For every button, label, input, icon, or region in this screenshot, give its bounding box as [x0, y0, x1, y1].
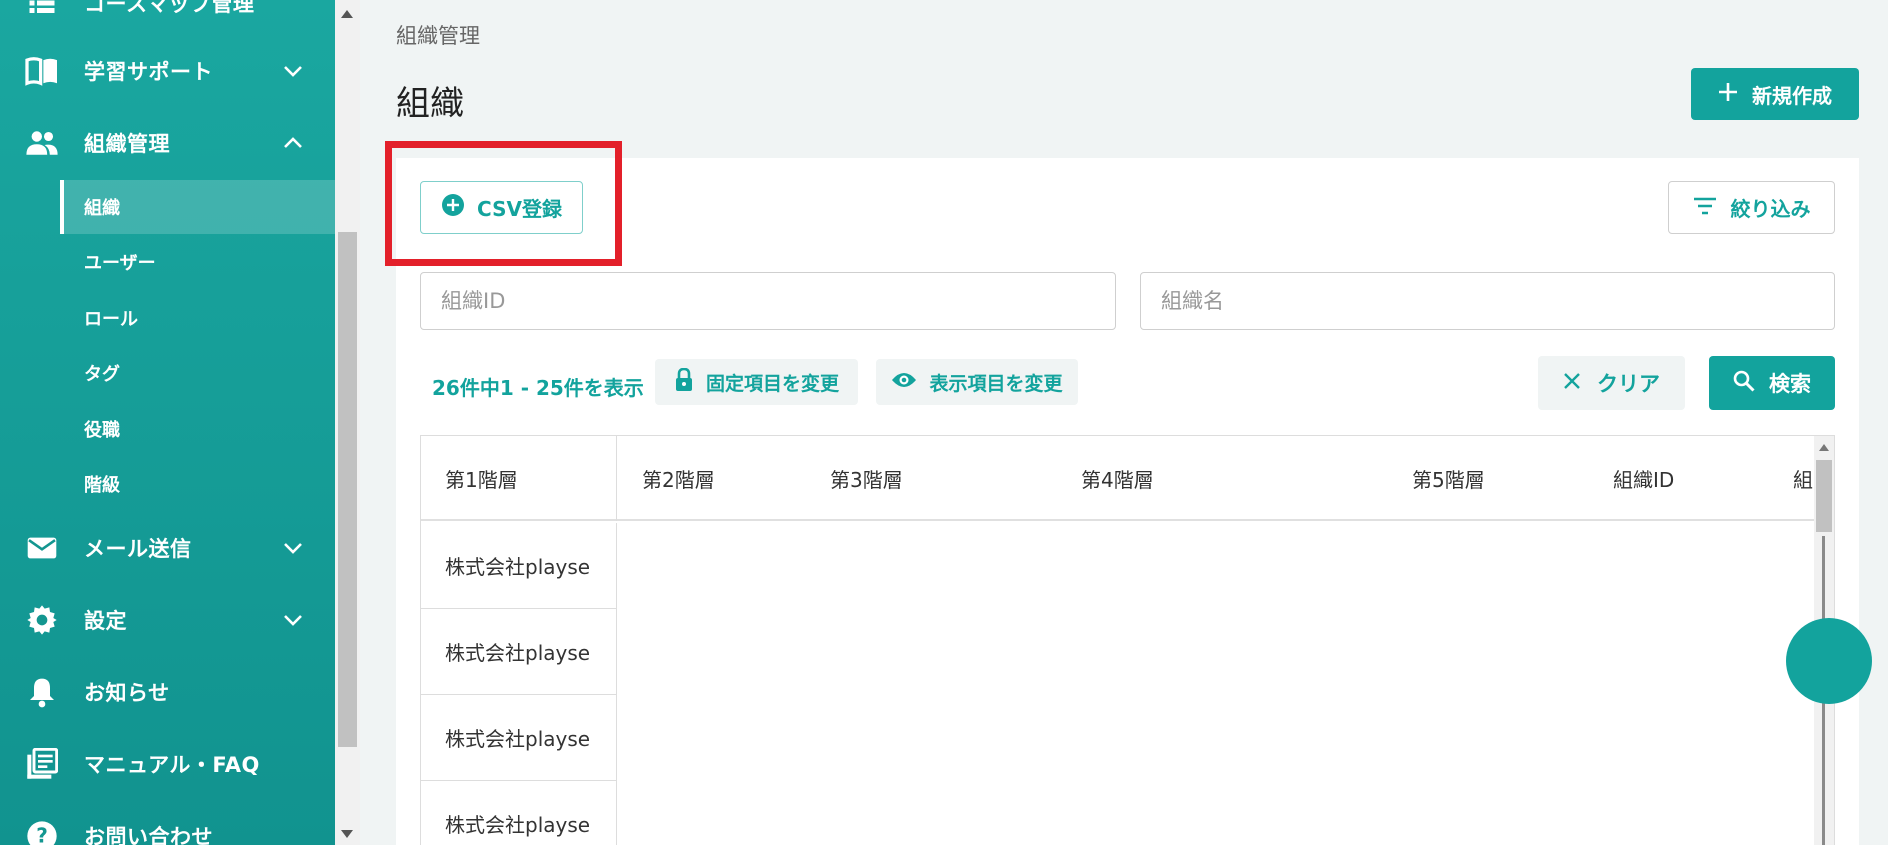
breadcrumb[interactable]: 組織管理	[396, 20, 480, 50]
sidebar-subitem-label: 組織	[84, 198, 120, 219]
change-fixed-columns-label: 固定項目を変更	[705, 372, 839, 395]
new-create-label: 新規作成	[1752, 83, 1832, 108]
sidebar-subitem-label: ロール	[84, 309, 138, 330]
search-label: 検索	[1769, 372, 1811, 396]
scroll-down-arrow[interactable]	[341, 830, 353, 838]
org-name-input[interactable]	[1140, 272, 1835, 330]
sidebar-item-settings[interactable]: 設定	[0, 587, 335, 653]
org-table: 第1階層 第2階層 第3階層 第4階層 第5階層 組織ID 組 株式会社play…	[420, 435, 1835, 845]
filter-label: 絞り込み	[1730, 197, 1811, 221]
sidebar-item-contact[interactable]: ? お問い合わせ	[0, 803, 335, 845]
filter-button[interactable]: 絞り込み	[1668, 181, 1835, 234]
sidebar-subitem-organization[interactable]: 組織	[60, 180, 335, 234]
page-title: 組織	[396, 84, 464, 124]
result-count: 26件中1 - 25件を表示	[432, 376, 644, 400]
sidebar-subitem-label: タグ	[84, 364, 120, 385]
sidebar-subitem-label: 階級	[84, 475, 120, 496]
table-row[interactable]: 株式会社playse	[421, 523, 617, 609]
help-icon: ?	[24, 818, 60, 845]
gear-icon	[24, 602, 60, 638]
mail-icon	[24, 530, 60, 566]
eye-icon	[891, 371, 917, 394]
sidebar: コースマップ管理 学習サポート 組織管理 組織 ユーザー ロール タグ 役職 階…	[0, 0, 335, 845]
scroll-up-arrow[interactable]	[341, 10, 353, 18]
sidebar-item-mail[interactable]: メール送信	[0, 515, 335, 581]
sidebar-subitem-label: 役職	[84, 420, 120, 441]
sidebar-item-label: 設定	[84, 609, 127, 633]
column-header-level1[interactable]: 第1階層	[421, 436, 617, 521]
sidebar-subitem-users[interactable]: ユーザー	[60, 235, 335, 289]
close-icon	[1563, 371, 1581, 395]
list-icon	[24, 0, 60, 21]
column-header-level3[interactable]: 第3階層	[830, 436, 903, 521]
sidebar-item-label: マニュアル・FAQ	[84, 753, 260, 777]
svg-text:?: ?	[36, 824, 48, 845]
search-button[interactable]: 検索	[1709, 356, 1835, 410]
table-row[interactable]: 株式会社playse	[421, 781, 617, 845]
org-id-input[interactable]	[420, 272, 1116, 330]
sidebar-item-label: 組織管理	[84, 132, 170, 156]
column-header-truncated[interactable]: 組	[1793, 436, 1813, 521]
floating-action-button[interactable]	[1786, 618, 1872, 704]
column-header-org-id[interactable]: 組織ID	[1613, 436, 1674, 521]
people-icon	[24, 125, 60, 161]
clear-label: クリア	[1597, 372, 1660, 396]
sidebar-item-label: コースマップ管理	[84, 0, 255, 16]
column-header-level2[interactable]: 第2階層	[642, 436, 715, 521]
scrollbar-thumb[interactable]	[338, 232, 357, 747]
manual-icon	[24, 746, 60, 782]
sidebar-item-label: お知らせ	[84, 681, 170, 705]
sidebar-item-manual-faq[interactable]: マニュアル・FAQ	[0, 731, 335, 797]
bell-icon	[24, 674, 60, 710]
change-display-columns-label: 表示項目を変更	[929, 372, 1063, 395]
filter-icon	[1693, 196, 1717, 220]
change-display-columns-button[interactable]: 表示項目を変更	[876, 359, 1078, 405]
sidebar-item-label: お問い合わせ	[84, 825, 213, 845]
sidebar-item-notifications[interactable]: お知らせ	[0, 659, 335, 725]
column-header-level5[interactable]: 第5階層	[1412, 436, 1485, 521]
sidebar-item-learning-support[interactable]: 学習サポート	[0, 38, 335, 104]
book-icon	[24, 53, 60, 89]
chevron-down-icon[interactable]	[282, 609, 304, 631]
sidebar-subitem-positions[interactable]: 役職	[60, 402, 335, 456]
chevron-down-icon[interactable]	[282, 537, 304, 559]
plus-icon	[1718, 82, 1738, 107]
table-row[interactable]: 株式会社playse	[421, 609, 617, 695]
sidebar-scrollbar[interactable]	[335, 0, 360, 845]
sidebar-item-org-management[interactable]: 組織管理	[0, 110, 335, 176]
sidebar-item-label: メール送信	[84, 537, 192, 561]
sidebar-subitem-roles[interactable]: ロール	[60, 291, 335, 345]
column-header-level4[interactable]: 第4階層	[1081, 436, 1154, 521]
chevron-down-icon[interactable]	[282, 60, 304, 82]
table-scroll-up-arrow[interactable]	[1819, 444, 1829, 451]
new-create-button[interactable]: 新規作成	[1691, 68, 1859, 120]
sidebar-subitem-ranks[interactable]: 階級	[60, 457, 335, 511]
sidebar-item-course-map[interactable]: コースマップ管理	[0, 0, 335, 36]
highlight-annotation	[385, 141, 622, 266]
lock-icon	[674, 367, 694, 397]
table-header: 第1階層 第2階層 第3階層 第4階層 第5階層 組織ID 組	[421, 436, 1816, 521]
search-icon	[1733, 370, 1755, 397]
table-row[interactable]: 株式会社playse	[421, 695, 617, 781]
sidebar-subitem-label: ユーザー	[84, 253, 156, 274]
clear-button[interactable]: クリア	[1538, 356, 1685, 410]
change-fixed-columns-button[interactable]: 固定項目を変更	[655, 359, 858, 405]
sidebar-subitem-tags[interactable]: タグ	[60, 346, 335, 400]
sidebar-item-label: 学習サポート	[84, 60, 213, 84]
chevron-up-icon[interactable]	[282, 132, 304, 154]
table-scrollbar-thumb[interactable]	[1816, 460, 1832, 532]
